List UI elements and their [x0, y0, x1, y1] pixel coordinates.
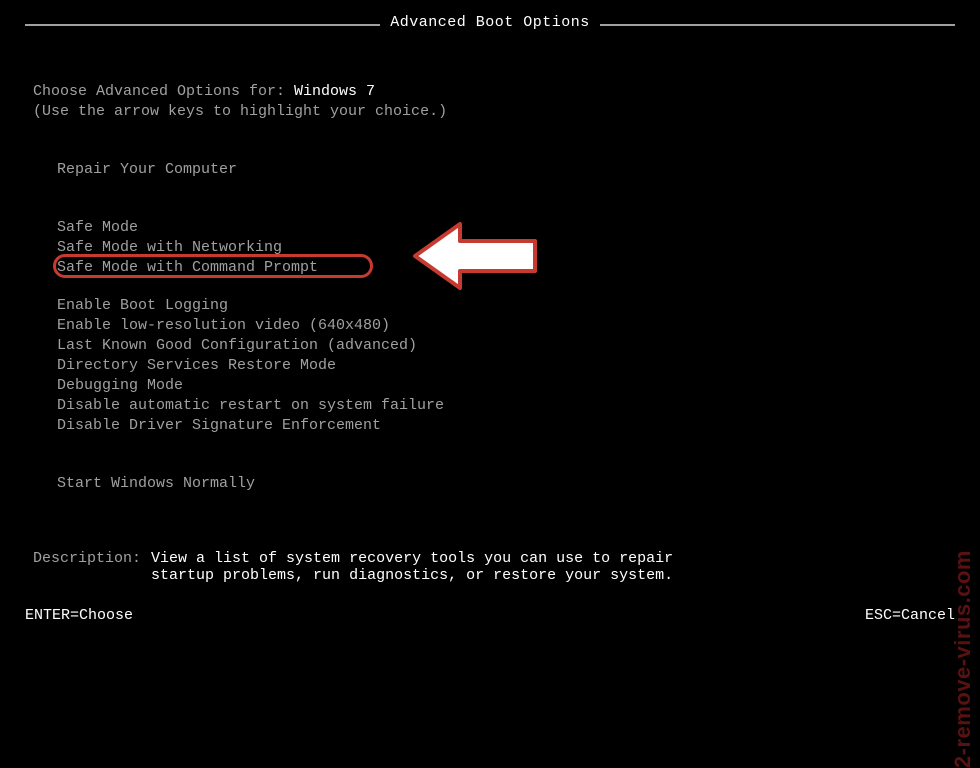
- description-label: Description:: [33, 550, 141, 584]
- screen-title: Advanced Boot Options: [380, 14, 600, 31]
- description-text: View a list of system recovery tools you…: [151, 550, 691, 584]
- watermark-text: 2-remove-virus.com: [950, 550, 976, 768]
- menu-safe-mode-cmd-wrap: Safe Mode with Command Prompt: [33, 258, 318, 278]
- choose-line: Choose Advanced Options for: Windows 7: [33, 82, 947, 102]
- menu-repair-computer[interactable]: Repair Your Computer: [33, 160, 947, 180]
- menu-safe-mode[interactable]: Safe Mode: [33, 218, 947, 238]
- menu-safe-mode-cmd[interactable]: Safe Mode with Command Prompt: [33, 258, 318, 278]
- menu-debugging[interactable]: Debugging Mode: [33, 376, 947, 396]
- menu-start-normally[interactable]: Start Windows Normally: [33, 474, 947, 494]
- menu-last-known-good[interactable]: Last Known Good Configuration (advanced): [33, 336, 947, 356]
- footer-esc-hint: ESC=Cancel: [865, 607, 955, 624]
- menu-boot-logging[interactable]: Enable Boot Logging: [33, 296, 947, 316]
- footer-enter-hint: ENTER=Choose: [25, 607, 133, 624]
- menu-disable-driver-sig[interactable]: Disable Driver Signature Enforcement: [33, 416, 947, 436]
- title-wrap: Advanced Boot Options: [25, 14, 955, 31]
- menu-disable-auto-restart[interactable]: Disable automatic restart on system fail…: [33, 396, 947, 416]
- menu-low-res-video[interactable]: Enable low-resolution video (640x480): [33, 316, 947, 336]
- boot-options-frame: Advanced Boot Options Choose Advanced Op…: [25, 24, 955, 626]
- menu-safe-mode-networking[interactable]: Safe Mode with Networking: [33, 238, 947, 258]
- instructions-line: (Use the arrow keys to highlight your ch…: [33, 102, 947, 122]
- description-block: Description: View a list of system recov…: [33, 550, 947, 584]
- choose-label: Choose Advanced Options for:: [33, 83, 294, 100]
- footer-bar: ENTER=Choose ESC=Cancel: [25, 601, 955, 626]
- content-area: Choose Advanced Options for: Windows 7 (…: [25, 26, 955, 584]
- menu-ds-restore[interactable]: Directory Services Restore Mode: [33, 356, 947, 376]
- os-name: Windows 7: [294, 83, 375, 100]
